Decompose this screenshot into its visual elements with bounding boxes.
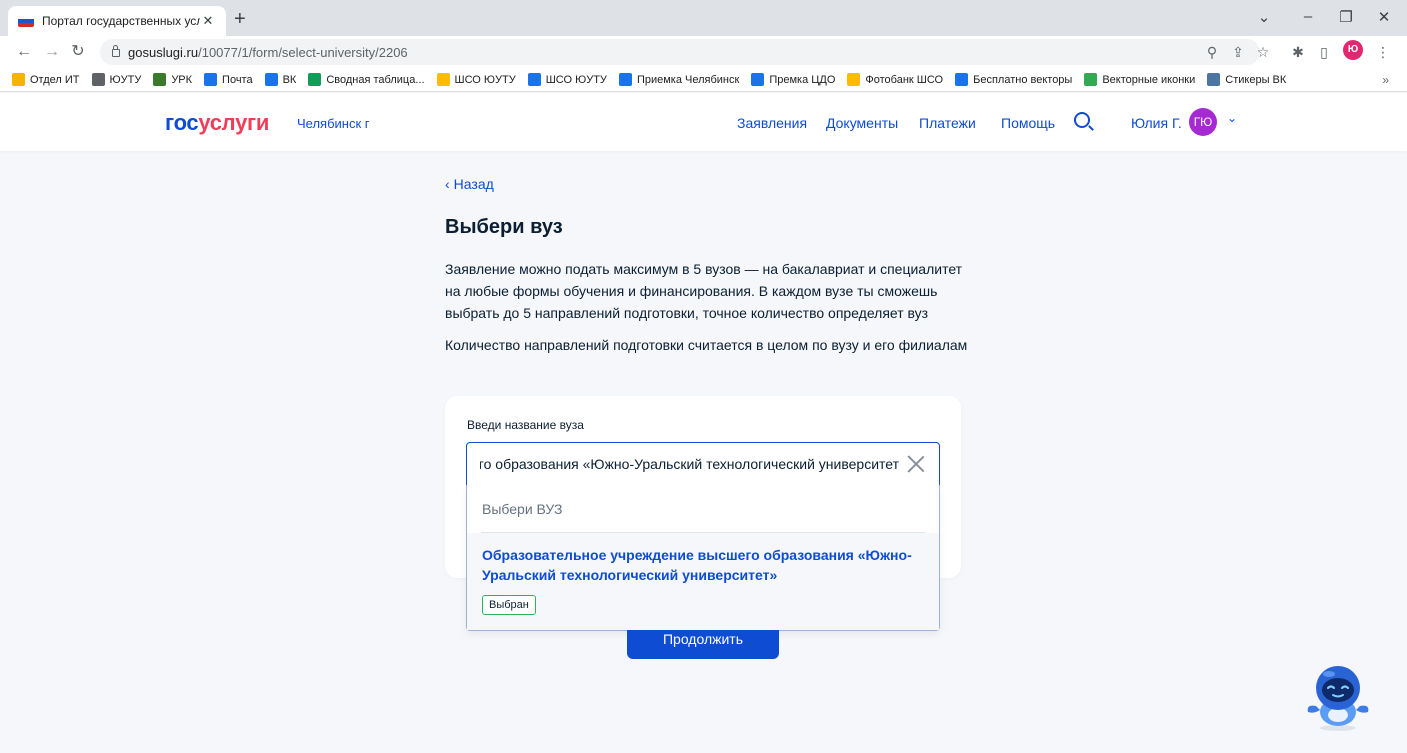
- avatar[interactable]: ГЮ: [1189, 108, 1217, 136]
- note-text: Количество направлений подготовки считае…: [445, 337, 968, 353]
- vk-icon: [264, 73, 278, 86]
- dropdown-option[interactable]: Образовательное учреждение высшего образ…: [467, 533, 939, 630]
- bookmark-item[interactable]: Отдел ИТ: [12, 73, 80, 86]
- cloud-icon: [751, 73, 765, 86]
- browser-tab[interactable]: Портал государственных услуг ✕: [8, 6, 226, 36]
- v-icon: [1084, 73, 1098, 86]
- bookmark-label: Векторные иконки: [1102, 73, 1196, 86]
- site-header: госуслуги Челябинск г Заявления Документ…: [0, 93, 1407, 151]
- vk-sticker-icon: [1207, 73, 1221, 86]
- new-tab-button[interactable]: +: [234, 8, 246, 30]
- nav-payments[interactable]: Платежи: [919, 115, 976, 131]
- bookmark-item[interactable]: Фотобанк ШСО: [847, 73, 943, 86]
- city-selector[interactable]: Челябинск г: [297, 116, 370, 131]
- bookmark-label: Почта: [222, 73, 253, 86]
- university-dropdown: Выбери ВУЗ Образовательное учреждение вы…: [466, 485, 940, 631]
- continue-button[interactable]: Продолжить: [627, 630, 779, 659]
- side-panel-icon[interactable]: ▯: [1315, 44, 1333, 60]
- chevron-left-icon: ‹: [445, 176, 450, 192]
- field-label: Введи название вуза: [467, 418, 584, 432]
- bookmark-item[interactable]: ВК: [264, 73, 297, 86]
- clear-icon[interactable]: [906, 453, 926, 473]
- folder-icon: [12, 73, 25, 86]
- reload-icon[interactable]: ↻: [68, 42, 88, 62]
- forward-arrow-icon[interactable]: →: [42, 42, 62, 62]
- bookmark-label: Стикеры ВК: [1225, 73, 1287, 86]
- back-arrow-icon[interactable]: ←: [14, 42, 34, 62]
- nav-help[interactable]: Помощь: [1001, 115, 1055, 131]
- bookmark-label: Бесплатно векторы: [973, 73, 1073, 86]
- option-label: Образовательное учреждение высшего образ…: [482, 547, 912, 583]
- extensions-icon[interactable]: ✱: [1289, 44, 1307, 60]
- leaf-icon: [153, 73, 167, 86]
- bookmarks-more-icon[interactable]: »: [1382, 73, 1389, 87]
- gosuslugi-logo[interactable]: госуслуги: [165, 110, 269, 136]
- minimize-icon[interactable]: –: [1296, 8, 1320, 25]
- university-icon: [91, 73, 105, 86]
- bookmark-item[interactable]: ШСО ЮУТУ: [436, 73, 516, 86]
- selected-badge: Выбран: [482, 595, 536, 615]
- bookmark-item[interactable]: Сводная таблица...: [308, 73, 425, 86]
- chevron-down-icon[interactable]: ⌄: [1227, 111, 1237, 125]
- bookmarks-bar: Отдел ИТ ЮУТУ УРК Почта ВК Сводная таблица...…: [0, 68, 1407, 92]
- russia-flag-icon: [18, 15, 34, 27]
- browser-tab-bar: Портал государственных услуг ✕ + ⌄ – ❐ ✕: [0, 0, 1407, 36]
- bookmark-label: ШСО ЮУТУ: [454, 73, 516, 86]
- nav-documents[interactable]: Документы: [826, 115, 898, 131]
- input-value: Образовательное учреждение высшего образ…: [480, 456, 899, 472]
- robot-assistant-icon[interactable]: [1302, 660, 1374, 732]
- page-title: Выбери вуз: [445, 216, 563, 238]
- bookmark-item[interactable]: Стикеры ВК: [1207, 73, 1286, 86]
- url-path: /10077/1/form/select-university/2206: [198, 44, 408, 60]
- address-bar[interactable]: gosuslugi.ru/10077/1/form/select-univers…: [100, 39, 1260, 65]
- restore-icon[interactable]: ❐: [1334, 8, 1358, 26]
- tab-close-icon[interactable]: ✕: [200, 13, 216, 29]
- bookmark-item[interactable]: Почта: [204, 73, 253, 86]
- bookmark-label: ЮУТУ: [109, 73, 142, 86]
- description-text: Заявление можно подать максимум в 5 вузо…: [445, 261, 963, 321]
- dropdown-header: Выбери ВУЗ: [482, 501, 563, 517]
- bookmark-label: Фотобанк ШСО: [865, 73, 944, 86]
- cloud-icon: [618, 73, 632, 86]
- bookmark-label: Отдел ИТ: [30, 73, 80, 86]
- tab-search-icon[interactable]: ⌄: [1252, 8, 1276, 26]
- sheets-icon: [308, 73, 322, 86]
- window-close-icon[interactable]: ✕: [1372, 8, 1396, 26]
- lock-icon: [112, 45, 120, 57]
- search-icon[interactable]: [1074, 112, 1090, 128]
- zoom-icon[interactable]: ⚲: [1203, 44, 1221, 60]
- bookmark-label: ВК: [282, 73, 297, 86]
- drive-icon: [436, 73, 450, 86]
- menu-dots-icon[interactable]: ⋮: [1374, 44, 1392, 60]
- bookmark-item[interactable]: Бесплатно векторы: [955, 73, 1072, 86]
- bookmark-item[interactable]: Приемка Челябинск: [618, 73, 740, 86]
- bookmark-label: Премка ЦДО: [769, 73, 836, 86]
- bookmark-item[interactable]: Векторные иконки: [1084, 73, 1195, 86]
- bookmark-item[interactable]: Премка ЦДО: [751, 73, 835, 86]
- bookmark-label: ШСО ЮУТУ: [545, 73, 607, 86]
- bookmark-label: УРК: [171, 73, 193, 86]
- bookmark-label: Приемка Челябинск: [636, 73, 740, 86]
- url-host: gosuslugi.ru: [128, 44, 199, 60]
- bookmark-star-icon[interactable]: ☆: [1254, 44, 1272, 60]
- back-link[interactable]: ‹ Назад: [445, 176, 494, 192]
- profile-avatar[interactable]: Ю: [1343, 40, 1363, 60]
- user-name[interactable]: Юлия Г.: [1131, 115, 1182, 131]
- bookmark-item[interactable]: ШСО ЮУТУ: [527, 73, 607, 86]
- share-icon[interactable]: ⇪: [1229, 44, 1247, 60]
- drive-icon: [847, 73, 861, 86]
- browser-toolbar: ← → ↻ gosuslugi.ru/10077/1/form/select-u…: [0, 36, 1407, 68]
- cloud-icon: [527, 73, 541, 86]
- nav-applications[interactable]: Заявления: [737, 115, 807, 131]
- bookmark-label: Сводная таблица...: [326, 73, 425, 86]
- university-search-input[interactable]: Образовательное учреждение высшего образ…: [466, 442, 940, 486]
- bookmark-item[interactable]: ЮУТУ: [91, 73, 142, 86]
- tab-title: Портал государственных услуг: [42, 14, 200, 28]
- vector-icon: [955, 73, 969, 86]
- mail-icon: [204, 73, 218, 86]
- bookmark-item[interactable]: УРК: [153, 73, 192, 86]
